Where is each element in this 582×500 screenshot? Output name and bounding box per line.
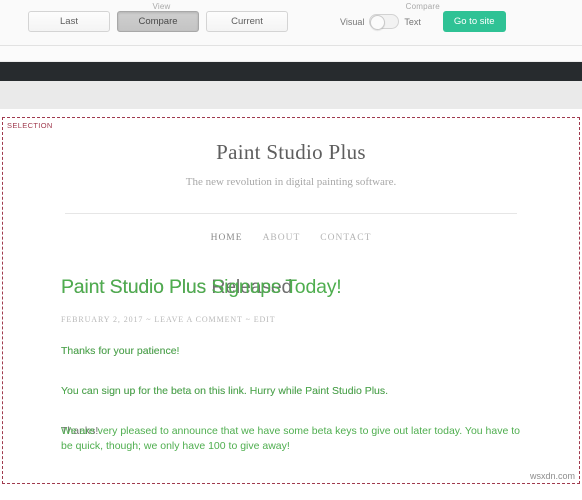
- view-button-group: View Last Compare Current: [28, 2, 295, 32]
- post-title-new: Paint Studio Plus Signups Today!: [61, 276, 342, 298]
- compare-group-caption: Compare: [405, 2, 440, 11]
- toggle-knob-icon: [370, 14, 386, 30]
- post-paragraph-3-new: We are very pleased to announce that we …: [61, 425, 520, 452]
- view-last-button[interactable]: Last: [28, 11, 110, 32]
- compare-mode-group: Compare Visual Text Go to site: [340, 2, 506, 32]
- toggle-visual-label: Visual: [340, 16, 365, 27]
- selection-label: SELECTION: [7, 121, 53, 130]
- post-paragraph-3-diff: Thanks! We are very pleased to announce …: [61, 424, 521, 464]
- post-paragraph-2-diff: You can sign up for the beta on this lin…: [61, 384, 521, 406]
- diff-toolbar: View Last Compare Current Compare Visual…: [0, 0, 582, 46]
- captured-site-content: Paint Studio Plus The new revolution in …: [3, 118, 579, 464]
- go-to-site-button[interactable]: Go to site: [442, 11, 506, 32]
- view-group-caption: View: [152, 2, 171, 11]
- visual-text-toggle[interactable]: [369, 14, 400, 30]
- selection-region[interactable]: SELECTION Paint Studio Plus The new revo…: [2, 117, 580, 484]
- post-article: Paint Studio Plus Released Paint Studio …: [3, 273, 579, 464]
- post-paragraph-1-diff: Thanks for your patience! Thanks for you…: [61, 344, 521, 366]
- site-title: Paint Studio Plus: [216, 140, 366, 164]
- site-tagline: The new revolution in digital painting s…: [185, 176, 397, 188]
- post-paragraph-2-new: You can sign up for the beta on this lin…: [61, 385, 389, 397]
- site-header-divider: [65, 213, 517, 214]
- toggle-text-label: Text: [404, 16, 421, 27]
- post-meta: FEBRUARY 2, 2017 ~ LEAVE A COMMENT ~ EDI…: [61, 315, 276, 324]
- view-compare-button[interactable]: Compare: [117, 11, 199, 32]
- toolbar-spacer-band: [0, 46, 582, 62]
- pre-selection-spacer: [0, 109, 582, 117]
- nav-item-about[interactable]: ABOUT: [263, 233, 301, 243]
- post-paragraph-1-new: Thanks for your patience!: [61, 345, 180, 357]
- nav-item-contact[interactable]: CONTACT: [320, 233, 371, 243]
- nav-item-home[interactable]: HOME: [211, 233, 243, 243]
- view-current-button[interactable]: Current: [206, 11, 288, 32]
- watermark: wsxdn.com: [529, 471, 575, 481]
- site-nav: HOME ABOUT CONTACT: [3, 233, 579, 243]
- post-title-diff: Paint Studio Plus Released Paint Studio …: [61, 273, 521, 307]
- site-dark-header-band: [0, 62, 582, 81]
- site-gray-band: [0, 81, 582, 109]
